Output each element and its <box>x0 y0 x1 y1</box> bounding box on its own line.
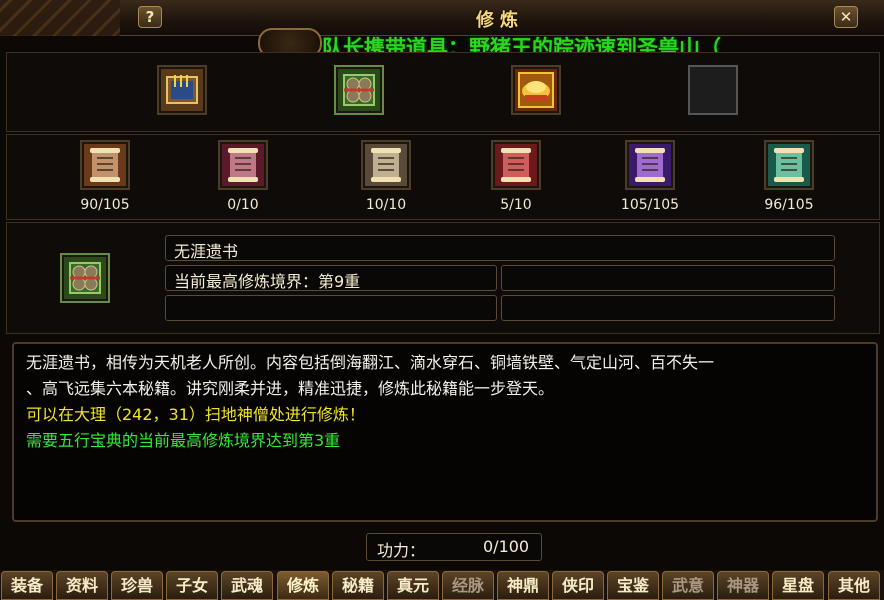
scroll-icon <box>365 144 407 186</box>
gold-treasure-icon <box>515 69 557 111</box>
info-field-5 <box>501 295 835 321</box>
item-slot-1[interactable] <box>157 65 207 115</box>
scroll-name-field: 无涯遗书 <box>165 235 835 261</box>
tab-7[interactable]: 秘籍 <box>332 571 384 600</box>
scroll-count-5: 105/105 <box>620 197 680 213</box>
help-button[interactable]: ? <box>138 6 162 28</box>
tab-4[interactable]: 子女 <box>166 571 218 600</box>
tab-15[interactable]: 星盘 <box>772 571 824 600</box>
scroll-icon <box>629 144 671 186</box>
title-bar: ? 修炼 ✕ <box>0 0 884 36</box>
scroll-icon <box>495 144 537 186</box>
scroll-count-3: 10/10 <box>365 197 407 213</box>
info-field-4 <box>165 295 497 321</box>
description-line-2: 、高飞远集六本秘籍。讲究刚柔并进，精准迅捷，修炼此秘籍能一步登天。 <box>26 379 555 398</box>
scroll-slot-5[interactable] <box>625 140 675 190</box>
selected-scroll-slot[interactable] <box>60 253 110 303</box>
scroll-count-2: 0/10 <box>227 197 259 213</box>
title-ornament <box>0 0 120 36</box>
scroll-slot-2[interactable] <box>218 140 268 190</box>
description-panel: 无涯遗书，相传为天机老人所创。内容包括倒海翻江、滴水穿石、铜墙铁壁、气定山河、百… <box>12 342 878 522</box>
description-text: 无涯遗书，相传为天机老人所创。内容包括倒海翻江、滴水穿石、铜墙铁壁、气定山河、百… <box>26 350 876 454</box>
tab-5[interactable]: 武魂 <box>221 571 273 600</box>
realm-field: 当前最高修炼境界：第9重 <box>165 265 497 291</box>
power-label: 功力： <box>377 541 426 560</box>
power-display: 功力： 0/100 <box>366 533 542 561</box>
tab-2[interactable]: 资料 <box>56 571 108 600</box>
description-line-1: 无涯遗书，相传为天机老人所创。内容包括倒海翻江、滴水穿石、铜墙铁壁、气定山河、百… <box>26 353 715 372</box>
tab-10[interactable]: 神鼎 <box>497 571 549 600</box>
location-hint: 可以在大理（242，31）扫地神僧处进行修炼！ <box>26 405 365 424</box>
requirement-hint: 需要五行宝典的当前最高修炼境界达到第3重 <box>26 431 341 450</box>
tab-11[interactable]: 侠印 <box>552 571 604 600</box>
tab-13[interactable]: 武意 <box>662 571 714 600</box>
scroll-bundle-icon <box>64 257 106 299</box>
scroll-count-1: 90/105 <box>80 197 130 213</box>
scroll-bundle-icon <box>338 69 380 111</box>
item-slot-3[interactable] <box>511 65 561 115</box>
scroll-icon <box>222 144 264 186</box>
book-icon <box>161 69 203 111</box>
tab-12[interactable]: 宝鉴 <box>607 571 659 600</box>
scroll-slot-6[interactable] <box>764 140 814 190</box>
window-title: 修炼 <box>476 10 524 31</box>
bottom-tab-bar: 装备 资料 珍兽 子女 武魂 修炼 秘籍 真元 经脉 神鼎 侠印 宝鉴 武意 神器 星盘 其他 <box>0 570 884 600</box>
tab-9[interactable]: 经脉 <box>442 571 494 600</box>
scroll-slot-4[interactable] <box>491 140 541 190</box>
close-button[interactable]: ✕ <box>834 6 858 28</box>
tab-14[interactable]: 神器 <box>717 571 769 600</box>
cultivation-window: ? 修炼 ✕ 队长携带道具：野猪王的踪迹速到圣兽山（ 90/105 0/10 1… <box>0 0 884 600</box>
tab-8[interactable]: 真元 <box>387 571 439 600</box>
item-slot-2[interactable] <box>334 65 384 115</box>
power-value: 0/100 <box>483 537 530 556</box>
tab-16[interactable]: 其他 <box>828 571 880 600</box>
scroll-icon <box>768 144 810 186</box>
secret-scrolls-panel: 90/105 0/10 10/10 5/10 105/105 96/105 <box>6 134 880 220</box>
tab-6[interactable]: 修炼 <box>277 571 329 600</box>
equipped-items-panel <box>6 52 880 132</box>
info-field-3 <box>501 265 835 291</box>
scroll-slot-1[interactable] <box>80 140 130 190</box>
scroll-count-6: 96/105 <box>764 197 814 213</box>
item-slot-4-empty[interactable] <box>688 65 738 115</box>
scroll-info-panel: 无涯遗书 当前最高修炼境界：第9重 <box>6 222 880 334</box>
scroll-icon <box>84 144 126 186</box>
tab-3[interactable]: 珍兽 <box>111 571 163 600</box>
tab-1[interactable]: 装备 <box>1 571 53 600</box>
scroll-count-4: 5/10 <box>500 197 532 213</box>
scroll-slot-3[interactable] <box>361 140 411 190</box>
